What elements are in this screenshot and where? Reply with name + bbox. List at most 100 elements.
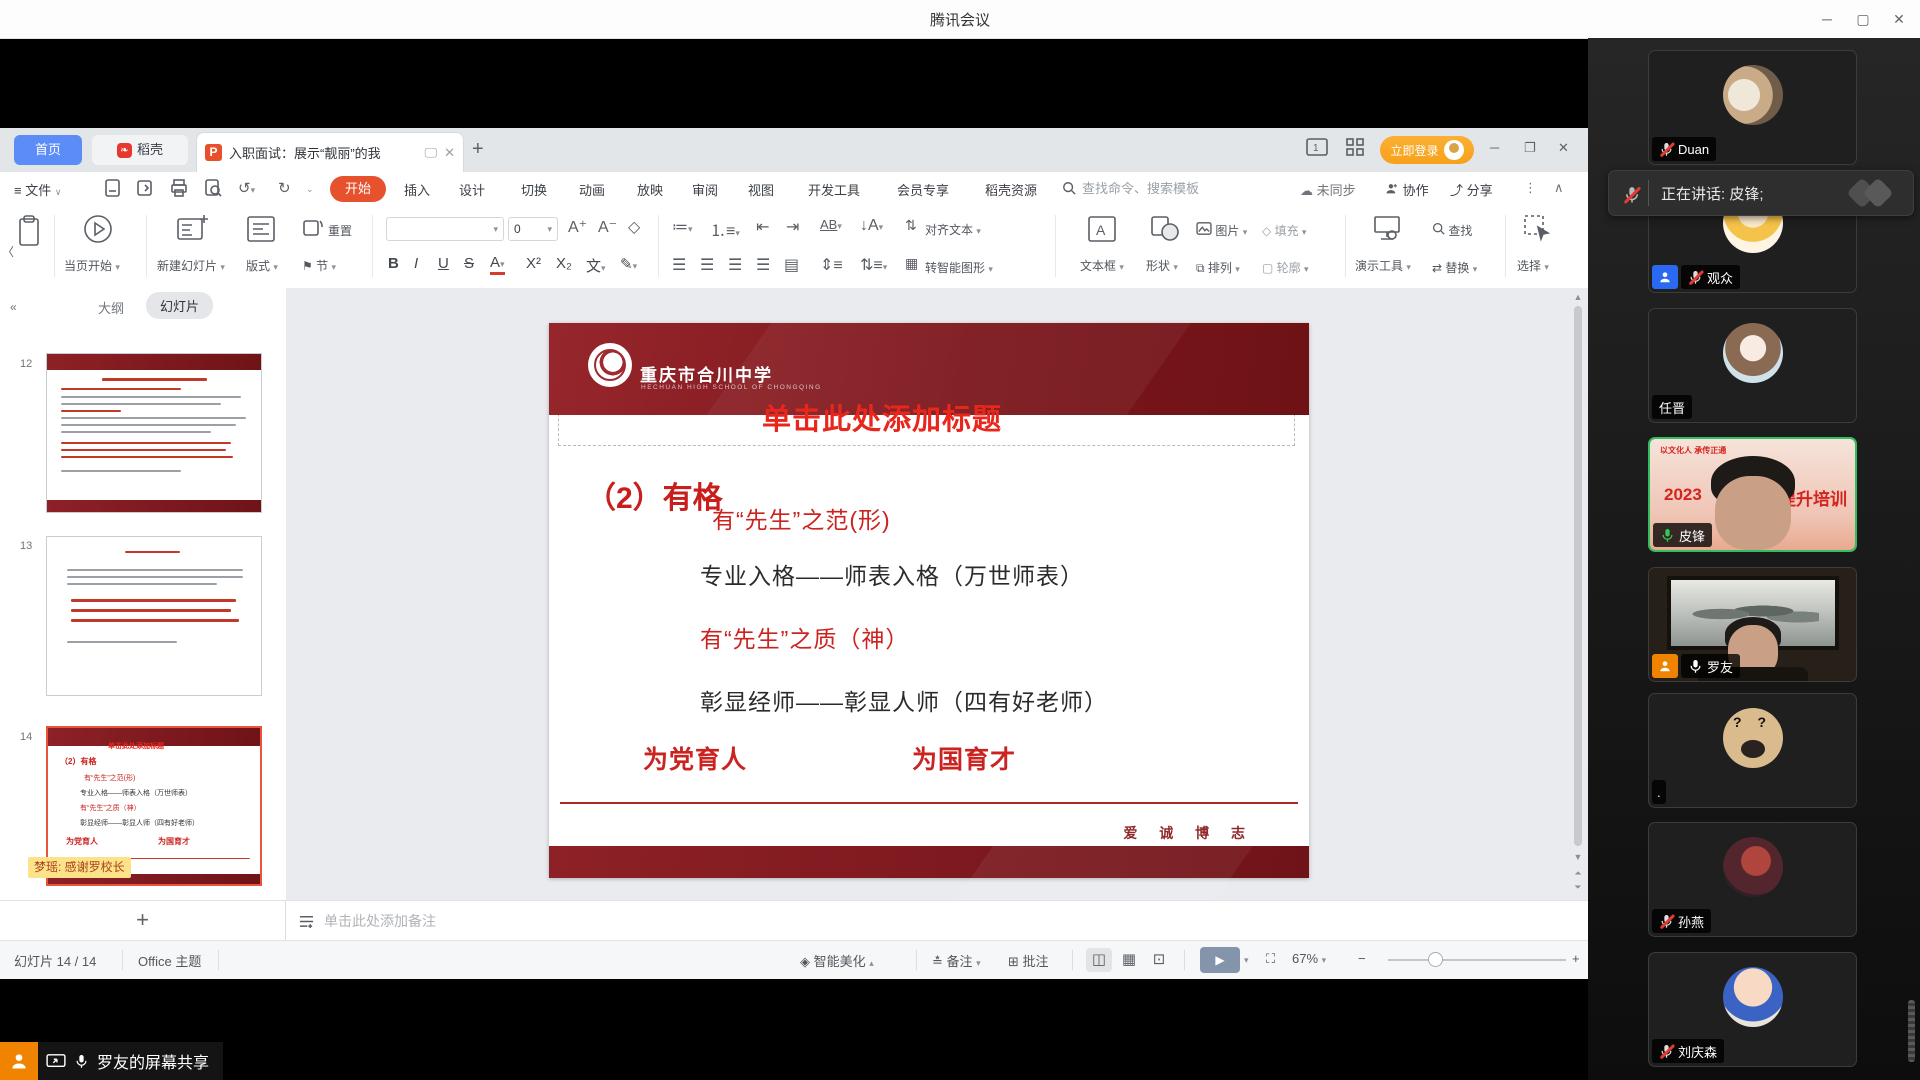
numbering-icon[interactable]: ⒈≡▾ bbox=[710, 217, 740, 241]
scroll-up-icon[interactable]: ▲ bbox=[1572, 292, 1584, 302]
play-from-current-label[interactable]: 当页开始 ▾ bbox=[64, 257, 120, 274]
close-icon[interactable]: ✕ bbox=[1884, 8, 1914, 30]
add-slide-button[interactable]: + bbox=[0, 900, 286, 940]
zoom-slider-track[interactable] bbox=[1388, 959, 1566, 961]
select-icon[interactable] bbox=[1522, 213, 1552, 248]
collapse-pane-icon[interactable]: 〈 bbox=[2, 243, 14, 260]
slide-line-4[interactable]: 彰显经师——彰显人师（四有好老师） bbox=[700, 683, 1108, 717]
slide-line-5a[interactable]: 为党育人 bbox=[643, 740, 747, 776]
present-tools-label[interactable]: 演示工具 ▾ bbox=[1355, 257, 1411, 274]
slide-line-5b[interactable]: 为国育才 bbox=[912, 740, 1016, 776]
present-tools-icon[interactable] bbox=[1372, 213, 1402, 248]
collapse-ribbon-icon[interactable]: ∧ bbox=[1554, 180, 1564, 196]
file-menu[interactable]: ≡ 文件 ∨ bbox=[14, 180, 61, 199]
tab-close-icon[interactable]: ✕ bbox=[444, 145, 455, 161]
paste-icon[interactable] bbox=[16, 215, 42, 252]
slide-line-1[interactable]: 有“先生”之范(形) bbox=[712, 501, 891, 535]
slide-title-placeholder[interactable]: 单击此处添加标题 bbox=[762, 396, 1002, 438]
tab-home[interactable]: 首页 bbox=[14, 135, 82, 165]
find-button[interactable]: 查找 bbox=[1432, 222, 1472, 239]
line-spacing-icon[interactable]: ⇕≡ bbox=[820, 255, 843, 275]
tab-slides[interactable]: 幻灯片 bbox=[146, 292, 213, 319]
participant-tile-speaking[interactable]: 以文化人 承传正通 2023 能力提升培训 皮锋 bbox=[1648, 437, 1857, 552]
align-text-label[interactable]: 对齐文本 ▾ bbox=[925, 221, 981, 238]
redo-icon[interactable]: ↻ bbox=[278, 179, 291, 197]
text-direction-icon[interactable]: ↓A▾ bbox=[860, 217, 883, 235]
undo-icon[interactable]: ↺▾ bbox=[238, 179, 255, 197]
zoom-slider-knob[interactable] bbox=[1428, 952, 1443, 967]
italic-button[interactable]: I bbox=[414, 255, 418, 272]
slideshow-play-button[interactable]: ▶ bbox=[1200, 947, 1240, 973]
slide-line-2[interactable]: 专业入格——师表入格（万世师表） bbox=[700, 557, 1084, 591]
fill-button[interactable]: ◇ 填充 ▾ bbox=[1262, 222, 1306, 239]
normal-view-icon[interactable]: ◫ bbox=[1086, 948, 1112, 972]
participant-tile[interactable]: 罗友 bbox=[1648, 567, 1857, 682]
zoom-out-icon[interactable]: − bbox=[1358, 951, 1366, 966]
switch-window-icon[interactable]: 1 bbox=[1306, 138, 1328, 159]
replace-button[interactable]: ⇄ 替换 ▾ bbox=[1432, 259, 1477, 276]
menu-member[interactable]: 会员专享 bbox=[897, 180, 949, 199]
distribute-icon[interactable]: ▤ bbox=[784, 255, 799, 275]
align-right-icon[interactable]: ☰ bbox=[728, 255, 742, 275]
apps-grid-icon[interactable] bbox=[1346, 138, 1364, 159]
fit-window-icon[interactable]: ⛶ bbox=[1266, 951, 1275, 967]
participant-tile[interactable]: 刘庆森 bbox=[1648, 952, 1857, 1067]
notes-bar[interactable]: 单击此处添加备注 bbox=[286, 900, 1588, 940]
tab-document[interactable]: P 入职面试：展示“靓丽”的我 🖵 ✕ bbox=[196, 132, 464, 172]
present-monitor-icon[interactable]: 🖵 bbox=[425, 145, 438, 161]
panel-collapse-icon[interactable]: « bbox=[10, 300, 17, 314]
new-doc-icon[interactable] bbox=[104, 179, 121, 201]
select-label[interactable]: 选择 ▾ bbox=[1517, 257, 1549, 274]
menu-start[interactable]: 开始 bbox=[330, 176, 386, 202]
notes-toggle-button[interactable]: ≛ 备注 ▾ bbox=[932, 951, 981, 970]
smart-graphic-icon[interactable]: ▦ bbox=[905, 255, 918, 272]
decrease-indent-icon[interactable]: ⇤ bbox=[756, 217, 769, 237]
zoom-in-icon[interactable]: + bbox=[1572, 951, 1580, 966]
phonetic-guide-button[interactable]: 文▾ bbox=[586, 255, 606, 276]
picture-button[interactable]: 图片 ▾ bbox=[1196, 222, 1247, 239]
scrollbar-thumb[interactable] bbox=[1574, 306, 1582, 846]
align-center-icon[interactable]: ☰ bbox=[700, 255, 714, 275]
justify-icon[interactable]: ☰ bbox=[756, 255, 770, 275]
superscript-button[interactable]: X² bbox=[526, 255, 541, 272]
print-preview-icon[interactable] bbox=[204, 179, 222, 201]
para-spacing-icon[interactable]: ⇅≡▾ bbox=[860, 255, 887, 275]
tab-docer[interactable]: ❧ 稻壳 bbox=[92, 135, 188, 165]
zoom-level[interactable]: 67% ▾ bbox=[1292, 951, 1326, 966]
minimize-icon[interactable]: ─ bbox=[1812, 8, 1842, 30]
highlight-button[interactable]: ✎▾ bbox=[620, 255, 637, 273]
new-tab-icon[interactable]: + bbox=[472, 138, 484, 161]
maximize-icon[interactable]: ▢ bbox=[1848, 8, 1878, 30]
slide-thumb-12[interactable] bbox=[46, 353, 262, 513]
command-search[interactable]: 查找命令、搜索模板 bbox=[1062, 178, 1199, 197]
more-commands-icon[interactable]: ⌄ bbox=[306, 179, 314, 196]
menu-devtools[interactable]: 开发工具 bbox=[808, 180, 860, 199]
tab-outline[interactable]: 大纲 bbox=[98, 298, 124, 317]
new-slide-icon[interactable] bbox=[176, 213, 210, 250]
slide-sorter-icon[interactable]: ▦ bbox=[1116, 948, 1142, 972]
shape-outline-button[interactable]: ▢ 轮廓 ▾ bbox=[1262, 259, 1309, 276]
font-size-combo[interactable]: 0▾ bbox=[508, 217, 558, 241]
grow-font-icon[interactable]: A⁺ bbox=[568, 217, 587, 237]
slide-line-3[interactable]: 有“先生”之质（神） bbox=[700, 620, 909, 654]
print-icon[interactable] bbox=[170, 179, 188, 201]
wps-close-icon[interactable]: ✕ bbox=[1558, 140, 1569, 156]
wps-minimize-icon[interactable]: ─ bbox=[1490, 140, 1499, 155]
menu-slideshow[interactable]: 放映 bbox=[637, 180, 663, 199]
char-spacing-icon[interactable]: AB▾ bbox=[820, 217, 842, 232]
layout-icon[interactable] bbox=[246, 215, 276, 248]
reset-label[interactable]: 重置 bbox=[328, 222, 352, 239]
textbox-icon[interactable]: A bbox=[1085, 213, 1119, 250]
collaborate-button[interactable]: 协作 bbox=[1385, 180, 1429, 199]
wps-restore-icon[interactable]: ❐ bbox=[1524, 140, 1536, 156]
participant-tile[interactable]: 孙燕 bbox=[1648, 822, 1857, 937]
play-from-current-icon[interactable] bbox=[82, 213, 114, 250]
smart-beautify-button[interactable]: ◈ 智能美化 ▴ bbox=[800, 951, 874, 970]
login-button[interactable]: 立即登录 bbox=[1380, 136, 1474, 164]
bullets-icon[interactable]: ≔▾ bbox=[672, 217, 693, 237]
slide-heading[interactable]: （2）有格 bbox=[586, 473, 723, 517]
align-left-icon[interactable]: ☰ bbox=[672, 255, 686, 275]
participant-tile[interactable]: ? ? . bbox=[1648, 693, 1857, 808]
screen-share-chip[interactable]: 罗友的屏幕共享 bbox=[0, 1042, 223, 1080]
menu-insert[interactable]: 插入 bbox=[404, 180, 430, 199]
